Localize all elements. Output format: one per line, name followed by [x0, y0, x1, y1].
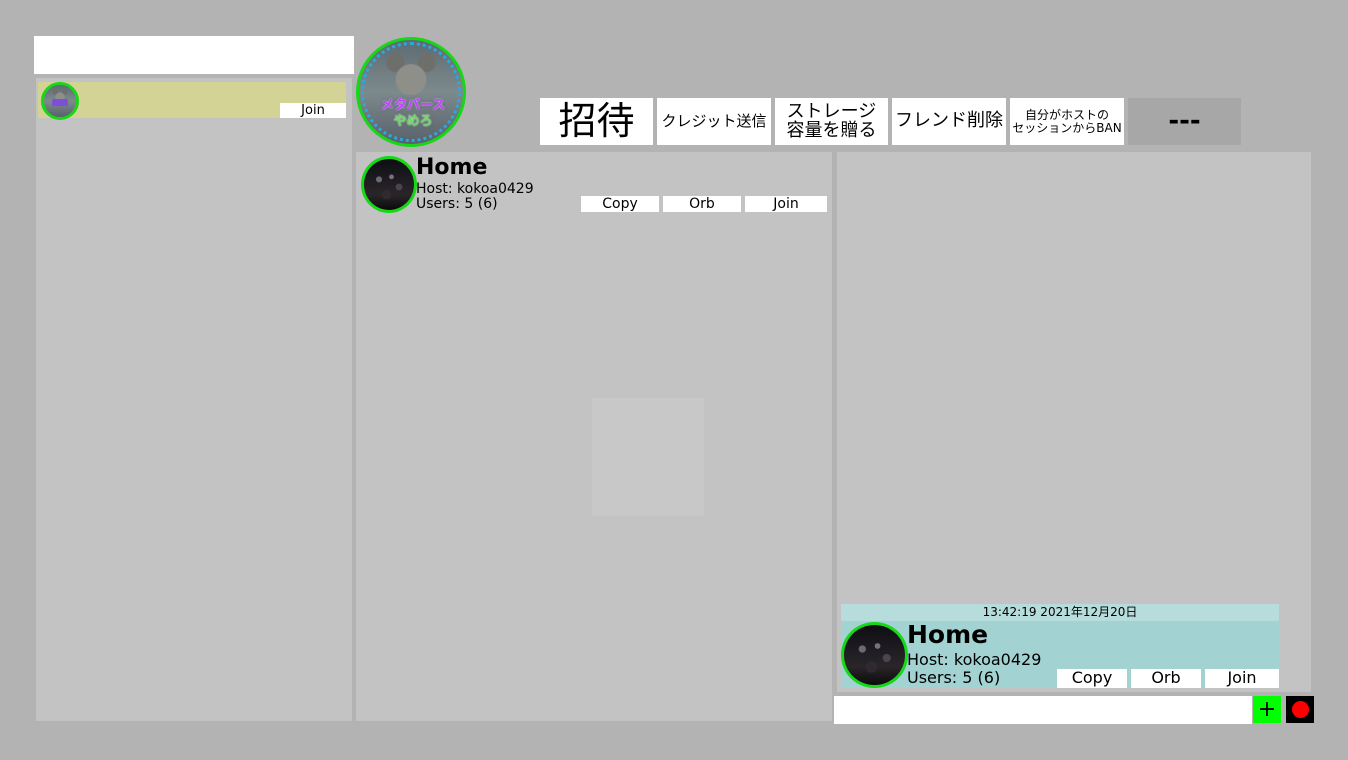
- invite-button[interactable]: 招待: [540, 98, 653, 145]
- profile-avatar: メタバース やめろ: [356, 37, 466, 147]
- friend-list-item[interactable]: Join: [38, 82, 346, 120]
- record-button[interactable]: [1286, 696, 1314, 723]
- session-join-button[interactable]: Join: [745, 196, 827, 212]
- session-placeholder-image: [592, 398, 704, 516]
- friends-panel: Join: [36, 78, 352, 721]
- session-host: Host: kokoa0429: [416, 181, 534, 197]
- gift-storage-line1: ストレージ: [786, 100, 877, 122]
- chat-input[interactable]: [834, 696, 1252, 724]
- add-button[interactable]: +: [1253, 696, 1281, 723]
- ban-line2: セッションからBAN: [1012, 120, 1122, 135]
- chat-copy-button[interactable]: Copy: [1057, 669, 1127, 688]
- session-thumbnail: [361, 156, 417, 213]
- session-orb-button[interactable]: Orb: [663, 196, 741, 212]
- gift-storage-line2: 容量を贈る: [786, 119, 877, 141]
- chat-session-users: Users: 5 (6): [907, 668, 1001, 687]
- friend-avatar: [41, 82, 79, 120]
- chat-orb-button[interactable]: Orb: [1131, 669, 1201, 688]
- friend-avatar-badge: [52, 99, 68, 106]
- chat-join-button[interactable]: Join: [1205, 669, 1279, 688]
- session-panel: Home Host: kokoa0429 Users: 5 (6) Copy O…: [356, 152, 832, 721]
- search-input[interactable]: [34, 36, 354, 74]
- ban-from-session-button[interactable]: 自分がホストの セッションからBAN: [1010, 98, 1124, 145]
- gift-storage-button[interactable]: ストレージ 容量を贈る: [775, 98, 888, 145]
- session-name: Home: [416, 155, 488, 180]
- session-users: Users: 5 (6): [416, 196, 498, 212]
- chat-message: 13:42:19 2021年12月20日 Home Host: kokoa042…: [841, 604, 1279, 688]
- remove-friend-button[interactable]: フレンド削除: [892, 98, 1006, 145]
- chat-session-name: Home: [907, 620, 989, 649]
- chat-session-thumbnail: [841, 622, 908, 688]
- record-icon: [1291, 701, 1309, 718]
- friend-join-button[interactable]: Join: [280, 103, 346, 118]
- more-button[interactable]: ---: [1128, 98, 1241, 145]
- ban-line1: 自分がホストの: [1024, 107, 1109, 122]
- session-copy-button[interactable]: Copy: [581, 196, 659, 212]
- send-credit-button[interactable]: クレジット送信: [657, 98, 771, 145]
- chat-message-timestamp: 13:42:19 2021年12月20日: [841, 604, 1279, 621]
- chat-panel: 13:42:19 2021年12月20日 Home Host: kokoa042…: [837, 152, 1311, 692]
- chat-session-host: Host: kokoa0429: [907, 650, 1042, 669]
- profile-badge-bottom: やめろ: [393, 114, 433, 129]
